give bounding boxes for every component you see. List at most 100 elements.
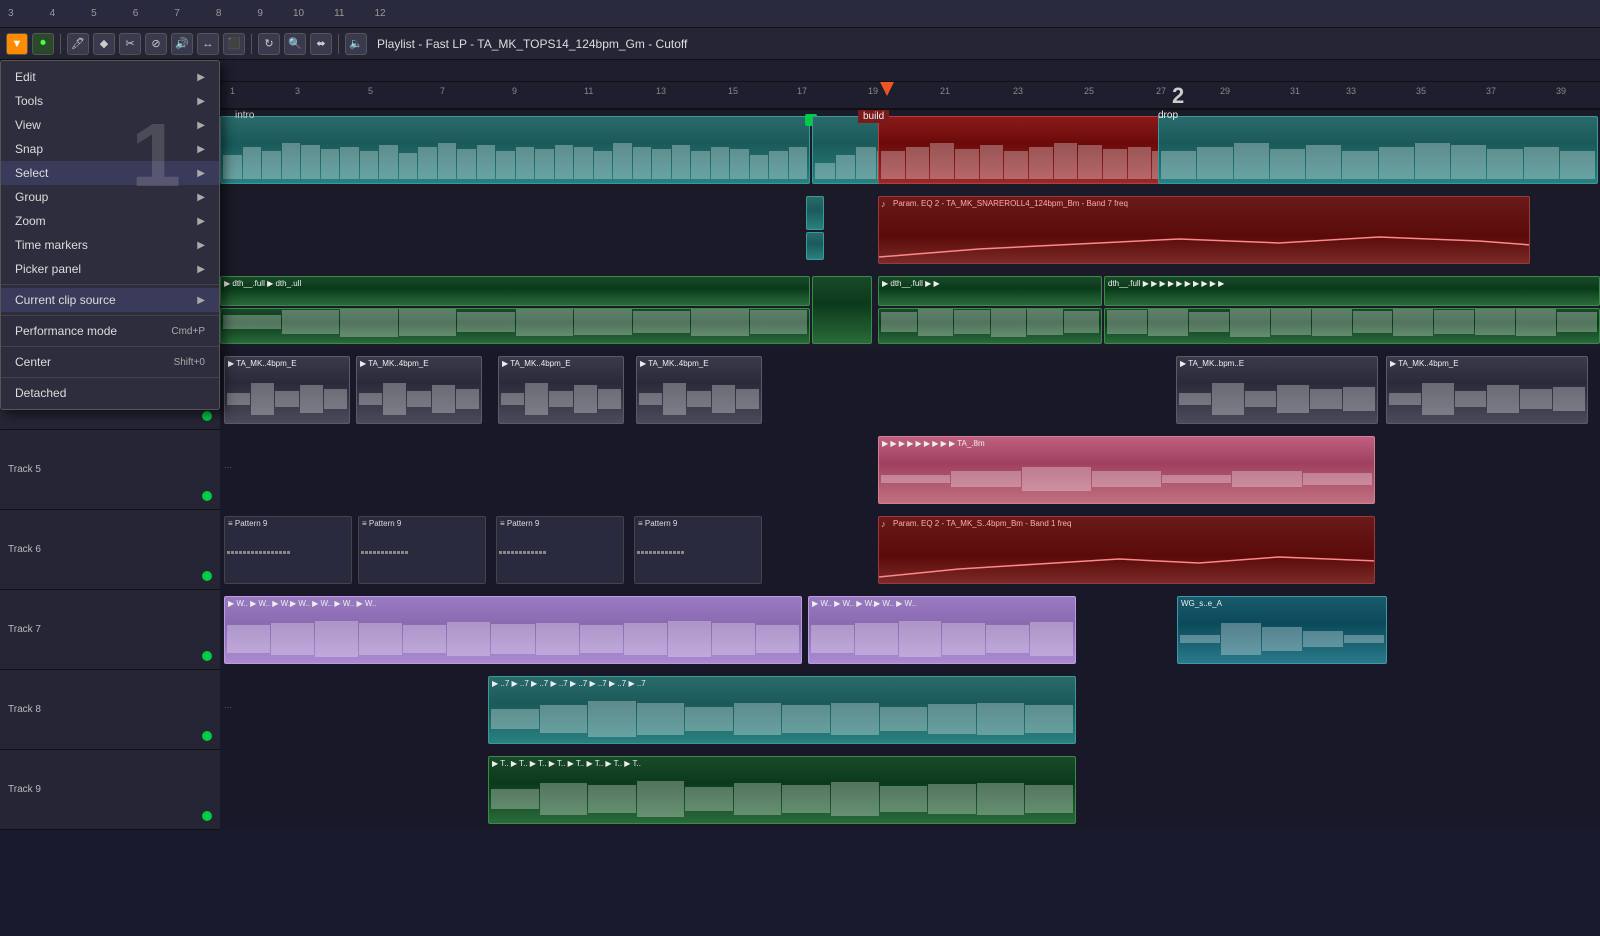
track-row-1: Track 1 <box>0 110 1600 190</box>
track-content-4: ▶ TA_MK..4bpm_E ▶ TA_MK..4bpm_E ▶ TA_MK.… <box>220 350 1600 430</box>
menu-item-tools[interactable]: Tools ▶ <box>1 89 219 113</box>
clip-t3-3[interactable]: ▶ dth__.full ▶ ▶ <box>878 276 1102 306</box>
menu-btn[interactable]: ▼ <box>6 33 28 55</box>
waveform-t7-1 <box>225 619 801 659</box>
mute-btn[interactable]: ⊘ <box>145 33 167 55</box>
track-content-8: ▶ ..7 ▶ ..7 ▶ ..7 ▶ ..7 ▶ ..7 ▶ ..7 ▶ ..… <box>220 670 1600 750</box>
draw-btn[interactable]: 🖊 <box>67 33 89 55</box>
clip-t4-1[interactable]: ▶ TA_MK..4bpm_E <box>224 356 350 424</box>
menu-item-performance-mode[interactable]: Performance mode Cmd+P <box>1 319 219 343</box>
step-slide-bar: ◀ ▶ ◆ | STEP • SLIDE • <box>0 60 1600 82</box>
menu-item-select[interactable]: Select ▶ <box>1 161 219 185</box>
clip-t7-2-label: ▶ W.. ▶ W.. ▶ W.▶ W.. ▶ W.. <box>812 599 1073 608</box>
clip-t2-cut2[interactable] <box>806 232 824 260</box>
clip-t4-6[interactable]: ▶ TA_MK..4bpm_E <box>1386 356 1588 424</box>
menu-item-detached[interactable]: Detached <box>1 381 219 405</box>
clip-t5-1[interactable]: ▶ ▶ ▶ ▶ ▶ ▶ ▶ ▶ ▶ TA_.8m <box>878 436 1375 504</box>
pattern-t6-4-dots <box>635 549 761 579</box>
loop-btn[interactable]: ↻ <box>258 33 280 55</box>
ruler-tick-9: 9 <box>512 86 517 96</box>
menu-detached-label: Detached <box>15 386 66 400</box>
menu-snap-label: Snap <box>15 142 43 156</box>
clip-t8-1[interactable]: ▶ ..7 ▶ ..7 ▶ ..7 ▶ ..7 ▶ ..7 ▶ ..7 ▶ ..… <box>488 676 1076 744</box>
clip-t4-4[interactable]: ▶ TA_MK..4bpm_E <box>636 356 762 424</box>
clip-t6-3[interactable]: ≡ Pattern 9 <box>496 516 624 584</box>
clip-t7-2[interactable]: ▶ W.. ▶ W.. ▶ W.▶ W.. ▶ W.. <box>808 596 1076 664</box>
auto-icon-t6: ♪ <box>881 519 886 529</box>
menu-item-center[interactable]: Center Shift+0 <box>1 350 219 374</box>
clip-t8-1-label: ▶ ..7 ▶ ..7 ▶ ..7 ▶ ..7 ▶ ..7 ▶ ..7 ▶ ..… <box>492 679 1073 688</box>
waveform-t4-2 <box>357 379 481 419</box>
menu-timemarkers-arrow: ▶ <box>197 240 205 251</box>
menu-item-view[interactable]: View ▶ <box>1 113 219 137</box>
speaker-btn[interactable]: 🔊 <box>171 33 193 55</box>
waveform-t3-3 <box>879 308 1101 339</box>
menu-item-picker-panel[interactable]: Picker panel ▶ <box>1 257 219 281</box>
clip-t6-auto[interactable]: ♪ Param. EQ 2 - TA_MK_S..4bpm_Bm - Band … <box>878 516 1375 584</box>
ruler-tick-17: 17 <box>797 86 807 96</box>
menu-select-label: Select <box>15 166 48 180</box>
volume-btn[interactable]: 🔈 <box>345 33 367 55</box>
clip-t3-3-label: ▶ dth__.full ▶ ▶ <box>882 279 1099 288</box>
ruler-tick-35: 35 <box>1416 86 1426 96</box>
clip-t6-1[interactable]: ≡ Pattern 9 <box>224 516 352 584</box>
clip-t6-2[interactable]: ≡ Pattern 9 <box>358 516 486 584</box>
clip-t4-2[interactable]: ▶ TA_MK..4bpm_E <box>356 356 482 424</box>
clip-t6-4[interactable]: ≡ Pattern 9 <box>634 516 762 584</box>
menu-item-current-clip-source[interactable]: Current clip source ▶ <box>1 288 219 312</box>
menu-center-label: Center <box>15 355 51 369</box>
track-active-dot-8 <box>202 731 212 741</box>
clip-t3-1[interactable]: ▶ dth__.full ▶ dth_.ull <box>220 276 810 306</box>
clip-t1-4[interactable] <box>1158 116 1598 184</box>
fit-btn[interactable]: ⬌ <box>310 33 332 55</box>
select-btn[interactable]: ⬛ <box>223 33 245 55</box>
waveform-t9-1 <box>489 779 1075 819</box>
clip-t3-4[interactable]: dth__.full ▶ ▶ ▶ ▶ ▶ ▶ ▶ ▶ ▶ ▶ <box>1104 276 1600 306</box>
context-menu[interactable]: 1 Edit ▶ Tools ▶ View ▶ Snap ▶ Select ▶ … <box>0 60 220 410</box>
clip-t3-2[interactable] <box>812 276 872 344</box>
menu-timemarkers-label: Time markers <box>15 238 88 252</box>
track-content-2: ♪ Param. EQ 2 - TA_MK_SNAREROLL4_124bpm_… <box>220 190 1600 270</box>
waveform-t4-5 <box>1177 379 1377 419</box>
clip-t3-3w[interactable] <box>878 308 1102 344</box>
menu-item-group[interactable]: Group ▶ <box>1 185 219 209</box>
clip-t7-3[interactable]: WG_s..e_A <box>1177 596 1387 664</box>
zoom-btn[interactable]: 🔍 <box>284 33 306 55</box>
ruler-tick-25: 25 <box>1084 86 1094 96</box>
clip-t7-3-label: WG_s..e_A <box>1181 599 1384 608</box>
ruler-8: 8 <box>216 8 222 19</box>
clip-t2-cut[interactable] <box>806 196 824 230</box>
clip-t4-5[interactable]: ▶ TA_MK..bpm..E <box>1176 356 1378 424</box>
track-header-7: Track 7 <box>0 590 220 670</box>
menu-item-edit[interactable]: Edit ▶ <box>1 65 219 89</box>
ruler-tick-21: 21 <box>940 86 950 96</box>
pattern-t6-1-dots <box>225 549 351 579</box>
track-content-7: ▶ W.. ▶ W.. ▶ W.▶ W.. ▶ W.. ▶ W.. ▶ W.. … <box>220 590 1600 670</box>
clip-t1-1[interactable] <box>220 116 810 184</box>
menu-edit-arrow: ▶ <box>197 72 205 83</box>
menu-item-zoom[interactable]: Zoom ▶ <box>1 209 219 233</box>
track-row-6: Track 6 ≡ Pattern 9 ≡ Pattern 9 ≡ Patter… <box>0 510 1600 590</box>
track-row-5: Track 5 ▶▶ ▶ ▶ ▶ ▶ ▶ ▶ ▶ ▶ ▶ TA_.8m ... <box>0 430 1600 510</box>
menu-item-time-markers[interactable]: Time markers ▶ <box>1 233 219 257</box>
clip-t7-1[interactable]: ▶ W.. ▶ W.. ▶ W.▶ W.. ▶ W.. ▶ W.. ▶ W.. <box>224 596 802 664</box>
track-active-dot-7 <box>202 651 212 661</box>
track-ruler: 1 3 5 7 9 11 13 15 17 19 21 23 25 27 29 … <box>220 82 1600 110</box>
playlist-title: Playlist - Fast LP - TA_MK_TOPS14_124bpm… <box>377 37 687 51</box>
clip-t2-auto[interactable]: ♪ Param. EQ 2 - TA_MK_SNAREROLL4_124bpm_… <box>878 196 1530 264</box>
track-row-8: Track 8 ▶ ..7 ▶ ..7 ▶ ..7 ▶ ..7 ▶ ..7 ▶ … <box>0 670 1600 750</box>
record-btn[interactable]: ⏺ <box>32 33 54 55</box>
track-row-9: Track 9 ▶ T.. ▶ T.. ▶ T.. ▶ T.. ▶ T.. ▶ … <box>0 750 1600 830</box>
clip-t4-3[interactable]: ▶ TA_MK..4bpm_E <box>498 356 624 424</box>
node-btn[interactable]: ◆ <box>93 33 115 55</box>
menu-item-snap[interactable]: Snap ▶ <box>1 137 219 161</box>
menu-tools-label: Tools <box>15 94 43 108</box>
ruler-tick-19: 19 <box>868 86 878 96</box>
clip-t9-1[interactable]: ▶ T.. ▶ T.. ▶ T.. ▶ T.. ▶ T.. ▶ T.. ▶ T.… <box>488 756 1076 824</box>
move-btn[interactable]: ↔ <box>197 33 219 55</box>
clip-t3-4w[interactable] <box>1104 308 1600 344</box>
waveform-t3-4 <box>1105 308 1599 339</box>
track-name-7: Track 7 <box>8 624 41 635</box>
clip-t3-1w[interactable] <box>220 308 810 344</box>
cut-btn[interactable]: ✂ <box>119 33 141 55</box>
